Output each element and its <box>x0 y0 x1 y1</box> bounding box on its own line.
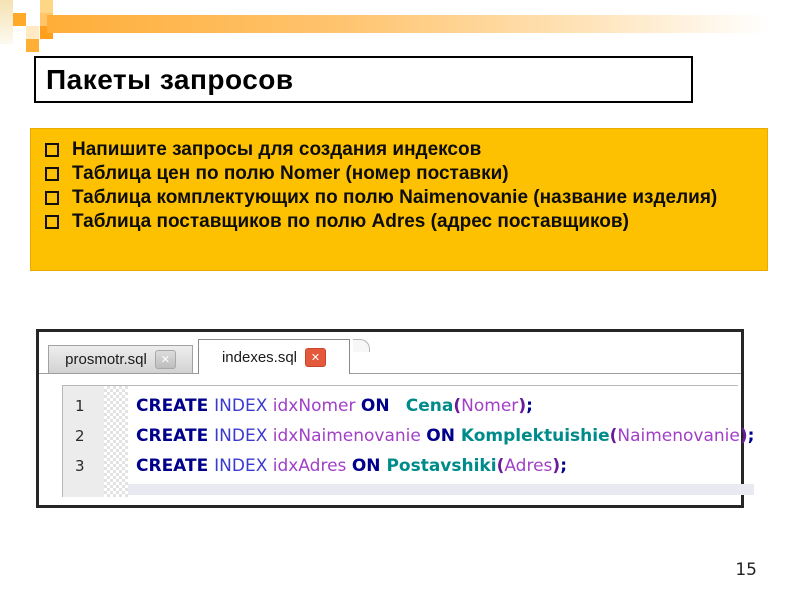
code-editor-area[interactable]: 1 2 3 CREATE INDEX idxNomer ON Cena(Nomer)… <box>62 385 755 497</box>
tab-prosmotr-sql[interactable]: prosmotr.sql ✕ <box>48 345 193 373</box>
deco-square <box>0 0 13 44</box>
code-line: CREATE INDEX idxNomer ON Cena(Nomer); <box>136 396 533 416</box>
deco-square <box>26 39 39 52</box>
slide: { "title_box": { "title": "Пакеты запрос… <box>0 0 800 600</box>
bullet-square-icon <box>45 191 59 205</box>
deco-square <box>13 13 26 26</box>
code-line: CREATE INDEX idxAdres ON Postavshiki(Adr… <box>136 456 567 476</box>
sql-editor-window: prosmotr.sql ✕ indexes.sql ✕ 1 2 3 CREATE … <box>36 329 755 508</box>
tab-edge-decoration <box>353 339 370 352</box>
bullet-square-icon <box>45 167 59 181</box>
bullet-square-icon <box>45 143 59 157</box>
line-number-gutter: 1 2 3 <box>63 386 104 497</box>
tab-label: prosmotr.sql <box>65 351 147 368</box>
list-item-text: Таблица комплектующих по полю Naimenovan… <box>72 187 718 208</box>
list-item: Таблица комплектующих по полю Naimenovan… <box>43 186 757 210</box>
list-item: Таблица поставщиков по полю Adres (адрес… <box>43 210 757 234</box>
list-item-text: Напишите запросы для создания индексов <box>72 139 482 160</box>
bullet-list: Напишите запросы для создания индексов Та… <box>43 138 757 234</box>
folding-margin <box>104 386 128 497</box>
list-item: Таблица цен по полю Nomer (номер поставк… <box>43 162 757 186</box>
empty-line-highlight <box>128 484 755 495</box>
page-title: Пакеты запросов <box>46 63 294 95</box>
tab-bar-divider <box>39 373 741 374</box>
line-number: 3 <box>75 457 85 475</box>
code-line: CREATE INDEX idxNaimenovanie ON Komplekt… <box>136 426 755 446</box>
close-icon[interactable]: ✕ <box>154 350 176 369</box>
line-number: 1 <box>75 397 85 415</box>
slide-page-number: 15 <box>735 560 757 580</box>
code-column: CREATE INDEX idxNomer ON Cena(Nomer); CRE… <box>128 386 755 497</box>
title-box: Пакеты запросов <box>34 56 693 103</box>
list-item-text: Таблица цен по полю Nomer (номер поставк… <box>72 163 509 184</box>
editor-tab-bar: prosmotr.sql ✕ indexes.sql ✕ <box>39 332 741 374</box>
bullet-square-icon <box>45 215 59 229</box>
close-icon[interactable]: ✕ <box>305 347 327 367</box>
deco-square <box>40 0 53 13</box>
tab-label: indexes.sql <box>221 348 298 366</box>
bullet-box: Напишите запросы для создания индексов Та… <box>30 128 768 271</box>
tab-indexes-sql[interactable]: indexes.sql ✕ <box>198 339 350 374</box>
header-gradient-bar <box>47 15 792 33</box>
list-item-text: Таблица поставщиков по полю Adres (адрес… <box>72 211 629 232</box>
list-item: Напишите запросы для создания индексов <box>43 138 757 162</box>
deco-square <box>26 26 39 39</box>
line-number: 2 <box>75 427 85 445</box>
